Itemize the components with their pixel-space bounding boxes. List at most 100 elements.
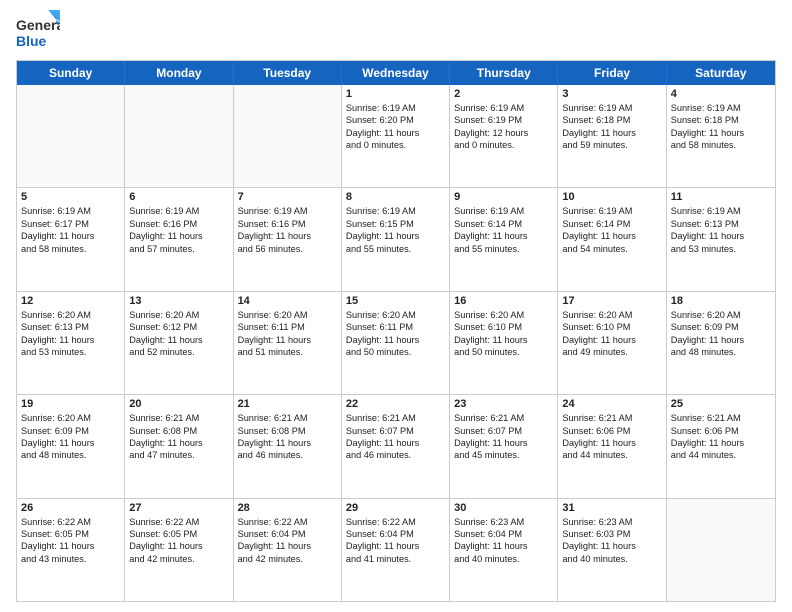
cell-info-line: Sunset: 6:09 PM [21,425,120,437]
cell-info-line: Sunset: 6:03 PM [562,528,661,540]
cell-info-line: and 55 minutes. [346,243,445,255]
cell-info-line: Sunrise: 6:19 AM [671,205,771,217]
cell-info-line: Sunrise: 6:23 AM [454,516,553,528]
cell-info-line: and 58 minutes. [671,139,771,151]
day-number: 29 [346,502,445,514]
cell-info-line: Daylight: 11 hours [346,540,445,552]
cell-info-line: Daylight: 11 hours [238,437,337,449]
cell-info-line: Sunrise: 6:20 AM [671,309,771,321]
svg-text:Blue: Blue [16,33,47,49]
svg-text:General: General [16,17,60,33]
cal-cell [125,85,233,187]
cal-cell: 30Sunrise: 6:23 AMSunset: 6:04 PMDayligh… [450,499,558,601]
cell-info-line: Sunrise: 6:22 AM [238,516,337,528]
cell-info-line: Daylight: 11 hours [671,437,771,449]
cell-info-line: and 55 minutes. [454,243,553,255]
day-number: 30 [454,502,553,514]
cell-info-line: Sunrise: 6:22 AM [129,516,228,528]
cell-info-line: Sunrise: 6:23 AM [562,516,661,528]
cell-info-line: Sunset: 6:07 PM [346,425,445,437]
cell-info-line: and 40 minutes. [454,553,553,565]
cal-cell: 19Sunrise: 6:20 AMSunset: 6:09 PMDayligh… [17,395,125,497]
cell-info-line: Daylight: 11 hours [21,334,120,346]
day-number: 25 [671,398,771,410]
cell-info-line: and 56 minutes. [238,243,337,255]
cell-info-line: Sunrise: 6:19 AM [238,205,337,217]
cal-cell: 26Sunrise: 6:22 AMSunset: 6:05 PMDayligh… [17,499,125,601]
cell-info-line: Daylight: 11 hours [562,540,661,552]
cell-info-line: Sunset: 6:16 PM [238,218,337,230]
header-day-sunday: Sunday [17,61,125,85]
day-number: 12 [21,295,120,307]
cell-info-line: and 59 minutes. [562,139,661,151]
cell-info-line: Sunset: 6:08 PM [129,425,228,437]
day-number: 26 [21,502,120,514]
cell-info-line: Sunset: 6:10 PM [562,321,661,333]
cal-row-0: 1Sunrise: 6:19 AMSunset: 6:20 PMDaylight… [17,85,775,187]
cell-info-line: Daylight: 11 hours [454,437,553,449]
cal-cell: 7Sunrise: 6:19 AMSunset: 6:16 PMDaylight… [234,188,342,290]
cell-info-line: Daylight: 11 hours [454,334,553,346]
cell-info-line: and 50 minutes. [346,346,445,358]
cell-info-line: Sunset: 6:14 PM [562,218,661,230]
cell-info-line: and 51 minutes. [238,346,337,358]
cal-cell: 14Sunrise: 6:20 AMSunset: 6:11 PMDayligh… [234,292,342,394]
day-number: 11 [671,191,771,203]
cal-cell: 10Sunrise: 6:19 AMSunset: 6:14 PMDayligh… [558,188,666,290]
cell-info-line: Sunrise: 6:19 AM [562,102,661,114]
day-number: 13 [129,295,228,307]
cell-info-line: Sunrise: 6:20 AM [562,309,661,321]
cell-info-line: Sunset: 6:04 PM [346,528,445,540]
cell-info-line: Daylight: 11 hours [238,540,337,552]
day-number: 2 [454,88,553,100]
cal-row-4: 26Sunrise: 6:22 AMSunset: 6:05 PMDayligh… [17,498,775,601]
cell-info-line: Daylight: 11 hours [346,437,445,449]
cell-info-line: Sunrise: 6:19 AM [454,102,553,114]
cal-cell: 25Sunrise: 6:21 AMSunset: 6:06 PMDayligh… [667,395,775,497]
cell-info-line: Sunrise: 6:19 AM [346,102,445,114]
cell-info-line: and 54 minutes. [562,243,661,255]
cell-info-line: Daylight: 11 hours [671,127,771,139]
cal-cell: 15Sunrise: 6:20 AMSunset: 6:11 PMDayligh… [342,292,450,394]
day-number: 1 [346,88,445,100]
cal-cell: 4Sunrise: 6:19 AMSunset: 6:18 PMDaylight… [667,85,775,187]
cell-info-line: Daylight: 11 hours [454,230,553,242]
cell-info-line: Sunset: 6:14 PM [454,218,553,230]
cell-info-line: Sunrise: 6:20 AM [129,309,228,321]
cal-cell: 1Sunrise: 6:19 AMSunset: 6:20 PMDaylight… [342,85,450,187]
cell-info-line: and 53 minutes. [21,346,120,358]
cell-info-line: Sunset: 6:06 PM [562,425,661,437]
cell-info-line: Daylight: 11 hours [129,230,228,242]
cell-info-line: and 52 minutes. [129,346,228,358]
day-number: 10 [562,191,661,203]
cal-cell: 18Sunrise: 6:20 AMSunset: 6:09 PMDayligh… [667,292,775,394]
cal-cell: 3Sunrise: 6:19 AMSunset: 6:18 PMDaylight… [558,85,666,187]
day-number: 21 [238,398,337,410]
cal-cell: 12Sunrise: 6:20 AMSunset: 6:13 PMDayligh… [17,292,125,394]
cal-row-1: 5Sunrise: 6:19 AMSunset: 6:17 PMDaylight… [17,187,775,290]
cal-cell: 20Sunrise: 6:21 AMSunset: 6:08 PMDayligh… [125,395,233,497]
cell-info-line: and 57 minutes. [129,243,228,255]
cal-cell: 5Sunrise: 6:19 AMSunset: 6:17 PMDaylight… [17,188,125,290]
cal-cell: 17Sunrise: 6:20 AMSunset: 6:10 PMDayligh… [558,292,666,394]
cell-info-line: Sunset: 6:05 PM [129,528,228,540]
cal-row-2: 12Sunrise: 6:20 AMSunset: 6:13 PMDayligh… [17,291,775,394]
cell-info-line: Sunset: 6:06 PM [671,425,771,437]
cell-info-line: Daylight: 11 hours [129,437,228,449]
cell-info-line: Sunset: 6:17 PM [21,218,120,230]
cal-cell: 23Sunrise: 6:21 AMSunset: 6:07 PMDayligh… [450,395,558,497]
day-number: 8 [346,191,445,203]
cell-info-line: Daylight: 11 hours [238,230,337,242]
cell-info-line: Sunrise: 6:20 AM [238,309,337,321]
cell-info-line: Sunset: 6:11 PM [238,321,337,333]
cal-cell: 22Sunrise: 6:21 AMSunset: 6:07 PMDayligh… [342,395,450,497]
cal-cell: 21Sunrise: 6:21 AMSunset: 6:08 PMDayligh… [234,395,342,497]
cell-info-line: and 0 minutes. [454,139,553,151]
cal-cell [234,85,342,187]
cell-info-line: and 0 minutes. [346,139,445,151]
cell-info-line: Daylight: 11 hours [238,334,337,346]
cell-info-line: Sunrise: 6:21 AM [238,412,337,424]
header-day-tuesday: Tuesday [234,61,342,85]
day-number: 17 [562,295,661,307]
cell-info-line: and 58 minutes. [21,243,120,255]
